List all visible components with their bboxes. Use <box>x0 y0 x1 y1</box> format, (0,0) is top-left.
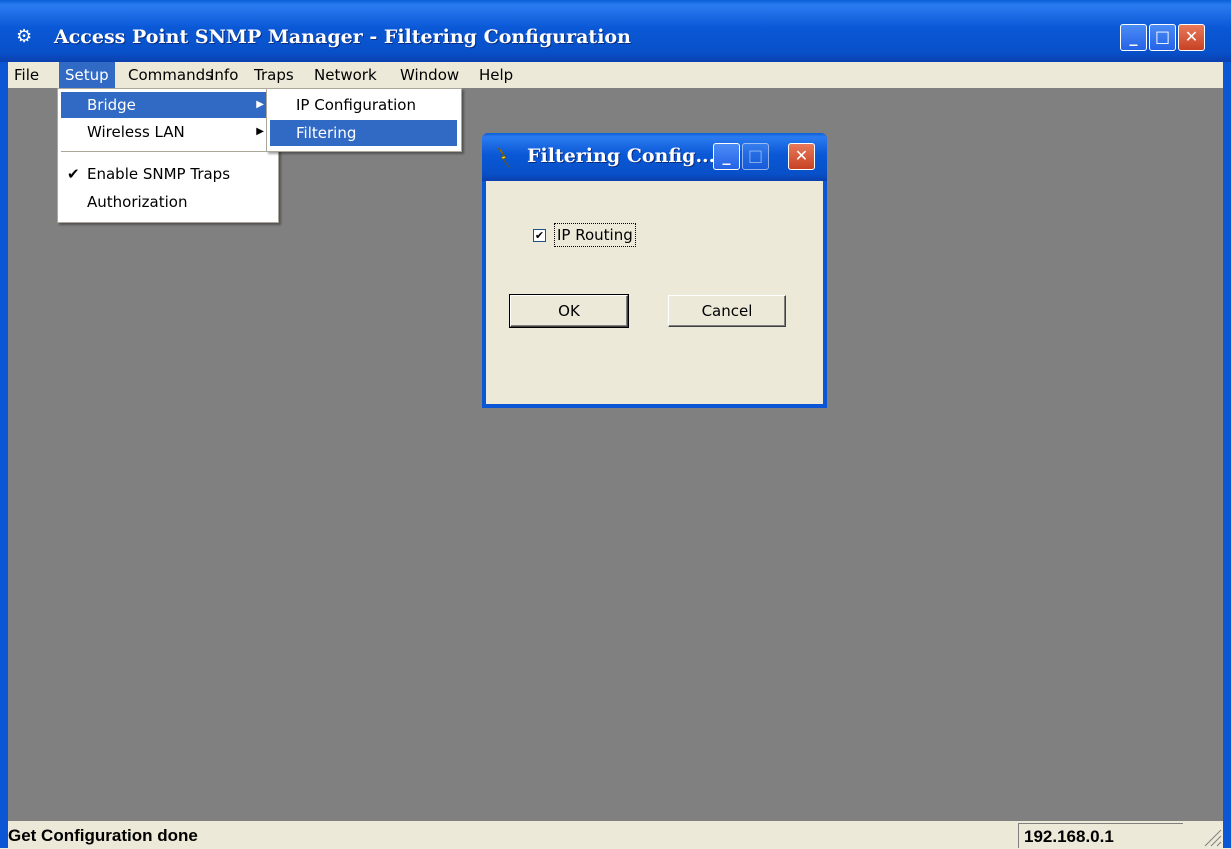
dialog-title-bar[interactable]: Filtering Config... _ □ ✕ <box>482 133 827 181</box>
dialog-close-button[interactable]: ✕ <box>788 143 815 170</box>
menu-item-ip-configuration[interactable]: IP Configuration <box>270 92 457 118</box>
title-bar[interactable]: ⚙ Access Point SNMP Manager - Filtering … <box>0 0 1231 62</box>
dialog-body: ✔ IP Routing OK Cancel <box>486 181 823 404</box>
dialog-title: Filtering Config... <box>527 145 716 167</box>
menu-traps[interactable]: Traps <box>248 62 300 88</box>
ip-routing-label[interactable]: IP Routing <box>554 223 636 247</box>
maximize-icon: □ <box>1154 27 1171 46</box>
minimize-icon: _ <box>722 146 731 165</box>
close-button[interactable]: ✕ <box>1178 24 1205 51</box>
close-icon: ✕ <box>794 146 809 165</box>
ip-routing-checkbox[interactable]: ✔ <box>533 229 546 242</box>
menu-window[interactable]: Window <box>394 62 465 88</box>
menu-item-filtering[interactable]: Filtering <box>270 120 457 146</box>
menu-item-authorization[interactable]: Authorization <box>61 189 272 215</box>
checkmark-icon: ✔ <box>534 229 545 242</box>
menu-help[interactable]: Help <box>473 62 519 88</box>
close-icon: ✕ <box>1184 27 1199 46</box>
maximize-icon: □ <box>747 146 764 165</box>
menu-bar: File Setup Commands Info Traps Network W… <box>8 62 1223 88</box>
resize-grip-icon[interactable] <box>1199 824 1223 848</box>
menu-item-enable-snmp-traps[interactable]: ✔ Enable SNMP Traps <box>61 161 272 187</box>
ok-button[interactable]: OK <box>509 294 629 328</box>
lightning-icon <box>497 147 511 169</box>
minimize-button[interactable]: _ <box>1120 24 1147 51</box>
maximize-button[interactable]: □ <box>1149 24 1176 51</box>
status-message: Get Configuration done <box>8 826 198 845</box>
menu-item-wireless-lan[interactable]: Wireless LAN ▶ <box>61 119 272 145</box>
menu-info[interactable]: Info <box>204 62 244 88</box>
checkmark-icon: ✔ <box>67 165 80 183</box>
minimize-icon: _ <box>1129 27 1138 46</box>
menu-file[interactable]: File <box>8 62 45 88</box>
app-icon: ⚙ <box>16 26 33 47</box>
menu-setup[interactable]: Setup <box>59 62 115 88</box>
filtering-config-dialog: Filtering Config... _ □ ✕ ✔ IP Routing O… <box>482 133 827 408</box>
bridge-submenu: IP Configuration Filtering <box>266 88 462 152</box>
submenu-arrow-icon: ▶ <box>256 99 264 110</box>
cancel-button[interactable]: Cancel <box>668 295 786 327</box>
dialog-maximize-button: □ <box>742 143 769 170</box>
status-bar: Get Configuration done 192.168.0.1 <box>8 821 1223 848</box>
menu-separator <box>61 151 272 152</box>
setup-menu: Bridge ▶ Wireless LAN ▶ ✔ Enable SNMP Tr… <box>57 88 279 223</box>
dialog-minimize-button[interactable]: _ <box>713 143 740 170</box>
submenu-arrow-icon: ▶ <box>256 126 264 137</box>
status-ip: 192.168.0.1 <box>1018 823 1183 848</box>
menu-item-bridge[interactable]: Bridge ▶ <box>61 92 272 118</box>
menu-network[interactable]: Network <box>308 62 383 88</box>
window-title: Access Point SNMP Manager - Filtering Co… <box>54 26 631 48</box>
